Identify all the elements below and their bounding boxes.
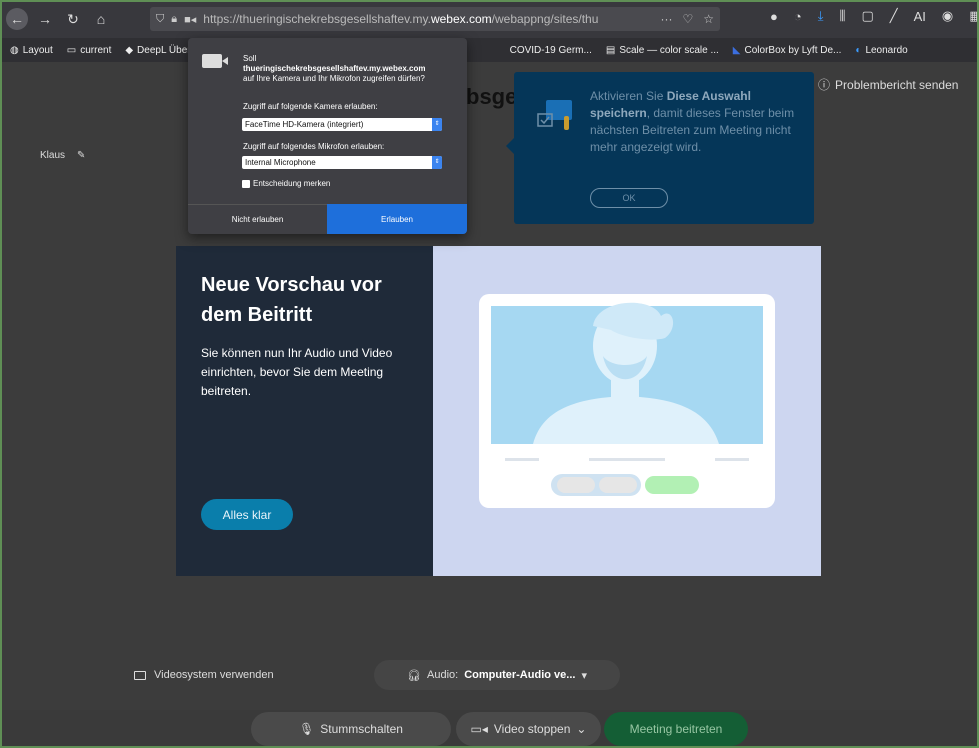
video-preview-illustration-icon xyxy=(479,294,775,508)
sidebar-icon[interactable]: ▢ xyxy=(861,8,873,24)
deny-button[interactable]: Nicht erlauben xyxy=(188,204,327,234)
permission-illustration-icon xyxy=(537,100,572,130)
extension-icon[interactable]: ◔ xyxy=(794,9,802,24)
camera-permission-dialog: Soll thueringischekrebsgesellshaftev.my.… xyxy=(188,38,467,234)
help-icon: ⓘ xyxy=(818,78,831,92)
folder-icon: ▭ xyxy=(66,44,77,56)
mute-button[interactable]: 🎙︎ Stummschalten xyxy=(251,712,451,746)
preview-intro-panel: Neue Vorschau vor dem Beitritt Sie könne… xyxy=(176,246,433,576)
tracker-icon[interactable]: ● xyxy=(770,9,778,24)
url-prefix: https://thueringischekrebsgesellshaftev.… xyxy=(203,12,431,26)
chevron-down-icon: ▾ xyxy=(581,669,587,682)
camera-select[interactable]: FaceTime HD-Kamera (integriert) ⇕ xyxy=(242,118,442,131)
pen-icon[interactable]: ╱ xyxy=(890,8,898,24)
bookmark-covid[interactable]: COVID-19 Germ... xyxy=(510,45,592,56)
colorbox-icon: ◣ xyxy=(732,44,741,56)
url-domain: webex.com xyxy=(430,12,492,26)
download-icon[interactable]: ⤓ xyxy=(818,8,824,24)
video-camera-icon: ▭◂ xyxy=(470,722,488,736)
microphone-select[interactable]: Internal Microphone ⇕ xyxy=(242,156,442,169)
bookmark-star-icon[interactable]: ☆ xyxy=(703,12,714,26)
preview-intro-card: Neue Vorschau vor dem Beitritt Sie könne… xyxy=(176,246,821,576)
audio-select[interactable]: 🎧︎ Audio: Computer-Audio ve... ▾ xyxy=(374,660,620,690)
ai-badge[interactable]: AI xyxy=(914,9,926,24)
reload-icon[interactable]: ↻ xyxy=(62,8,84,30)
join-meeting-button[interactable]: Meeting beitreten xyxy=(604,712,748,746)
select-arrows-icon: ⇕ xyxy=(432,118,442,131)
url-suffix: /webappng/sites/thu xyxy=(491,12,599,26)
allow-button[interactable]: Erlauben xyxy=(327,204,467,234)
bookmark-colorbox[interactable]: ◣ ColorBox by Lyft De... xyxy=(733,45,842,56)
save-choice-tooltip: Aktivieren Sie Diese Auswahl speichern, … xyxy=(506,72,814,224)
bookmark-layout[interactable]: ◍ Layout xyxy=(10,45,53,56)
user-name-row: Klaus ✎ xyxy=(40,150,85,161)
forward-arrow-icon[interactable]: → xyxy=(34,8,56,30)
deepl-icon: ◆ xyxy=(125,44,134,56)
account-icon[interactable]: ◉ xyxy=(942,8,953,24)
monitor-icon xyxy=(134,670,146,680)
extensions-grid-icon[interactable]: ▦ xyxy=(969,8,979,24)
page-actions-menu-icon[interactable]: ··· xyxy=(660,12,672,26)
camera-icon xyxy=(202,54,228,68)
library-icon[interactable]: ⫼ xyxy=(839,8,845,24)
headset-icon: 🎧︎ xyxy=(407,669,421,682)
permission-host: thueringischekrebsgesellshaftev.my.webex… xyxy=(243,64,426,73)
preview-illustration-panel xyxy=(433,246,821,576)
url-bar[interactable]: ⛉ 🔒︎ ■◂ https://thueringischekrebsgesell… xyxy=(150,7,720,31)
shield-icon[interactable]: ⛉ xyxy=(156,13,164,26)
mic-select-label: Zugriff auf folgendes Mikrofon erlauben: xyxy=(243,142,385,151)
grid-icon: ▤ xyxy=(605,44,616,56)
edit-pencil-icon[interactable]: ✎ xyxy=(77,150,85,161)
camera-select-label: Zugriff auf folgende Kamera erlauben: xyxy=(243,102,378,111)
home-icon[interactable]: ⌂ xyxy=(90,8,112,30)
page-title-fragment: bsge xyxy=(466,84,518,109)
select-arrows-icon: ⇕ xyxy=(432,156,442,169)
microphone-icon: 🎙︎ xyxy=(299,722,315,736)
back-arrow-icon[interactable]: ← xyxy=(6,8,28,30)
user-name: Klaus xyxy=(40,150,66,161)
preview-description: Sie können nun Ihr Audio und Video einri… xyxy=(201,346,393,398)
leonardo-icon: ◐ xyxy=(855,44,862,56)
bookmark-scale[interactable]: ▤ Scale — color scale ... xyxy=(606,45,719,56)
globe-icon: ◍ xyxy=(10,44,19,56)
pocket-icon[interactable]: ♡ xyxy=(682,12,693,26)
bookmark-current[interactable]: ▭ current xyxy=(67,45,112,56)
camera-permission-icon[interactable]: ■◂ xyxy=(184,13,196,26)
checkbox-box[interactable] xyxy=(242,179,250,188)
problem-report-link[interactable]: ⓘ Problembericht senden xyxy=(818,76,958,93)
toolbar-extensions: ● ◔ ⤓ ⫼ ▢ ╱ AI ◉ ▦ Z xyxy=(770,8,979,24)
chevron-down-icon[interactable]: ⌄ xyxy=(576,722,586,736)
bookmark-leonardo[interactable]: ◐ Leonardo xyxy=(855,45,907,56)
permission-question: Soll thueringischekrebsgesellshaftev.my.… xyxy=(243,54,458,84)
video-system-option[interactable]: Videosystem verwenden xyxy=(134,669,274,681)
bookmark-deepl[interactable]: ◆ DeepL Übers xyxy=(125,45,195,56)
tooltip-text: Aktivieren Sie Diese Auswahl speichern, … xyxy=(590,89,795,154)
tooltip-ok-button[interactable]: OK xyxy=(590,188,668,208)
remember-decision-checkbox[interactable]: Entscheidung merken xyxy=(242,179,330,188)
stop-video-button[interactable]: ▭◂ Video stoppen ⌄ xyxy=(456,712,601,746)
lock-icon[interactable]: 🔒︎ xyxy=(171,13,177,26)
bookmarks-bar: ◍ Layout ▭ current ◆ DeepL Übers COVID-19 G… xyxy=(0,38,979,62)
preview-title: Neue Vorschau vor dem Beitritt xyxy=(201,274,382,326)
got-it-button[interactable]: Alles klar xyxy=(201,499,293,530)
